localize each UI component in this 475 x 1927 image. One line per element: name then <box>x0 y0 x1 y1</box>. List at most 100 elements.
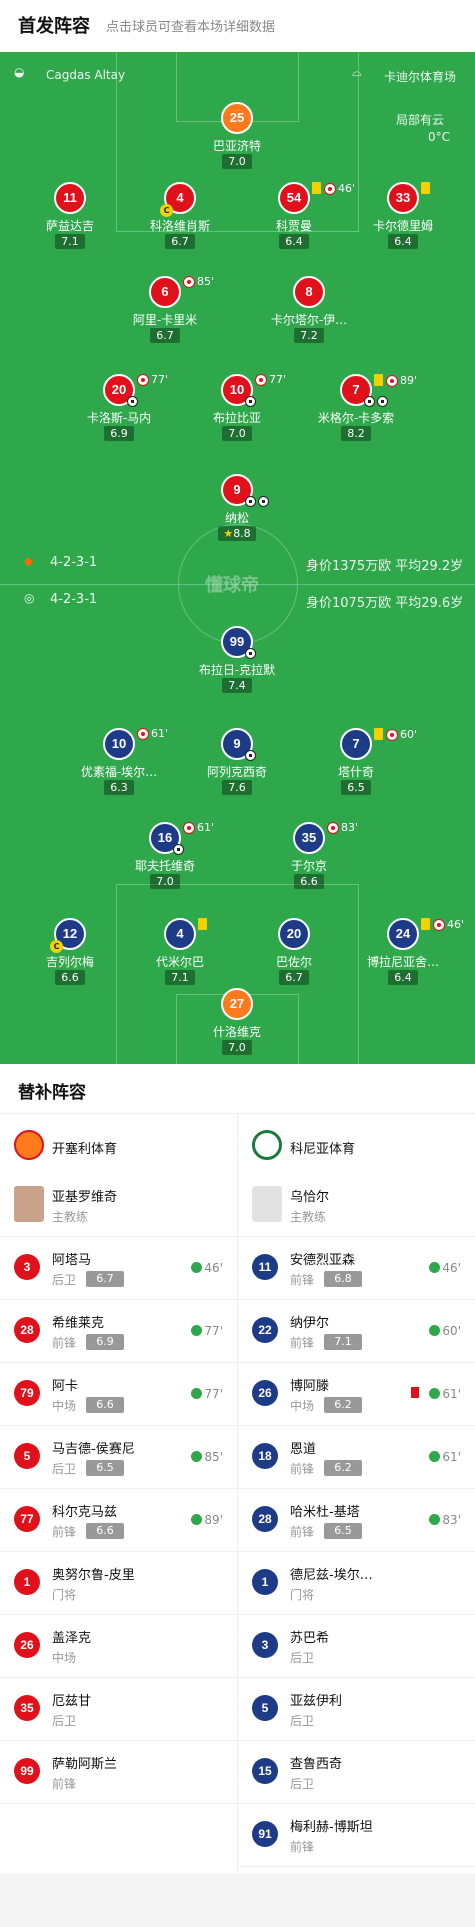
sub-player-row[interactable]: 3 阿塔马 后卫 6.7 46' <box>0 1237 237 1300</box>
player-number: 28 <box>14 1317 40 1343</box>
away-team-logo-icon: ◎ <box>24 591 35 605</box>
player-rating: 6.7 <box>165 234 195 249</box>
sub-player-row[interactable]: 1 奥努尔鲁-皮里 门将 <box>0 1552 237 1615</box>
home-player[interactable]: 54 46' 科贾曼 6.4 <box>234 182 355 252</box>
away-player[interactable]: 16 61' 耶夫托维奇 7.0 <box>105 821 225 892</box>
home-player[interactable]: 4 C 科洛维肖斯 6.7 <box>120 182 240 252</box>
player-position: 前锋 <box>290 1462 315 1476</box>
away-player[interactable]: 12 C 吉列尔梅 6.6 <box>10 918 130 988</box>
sub-player-row[interactable]: 5 马吉德-侯赛尼 后卫 6.5 85' <box>0 1426 237 1489</box>
home-player[interactable]: 6 85' 阿里-卡里米 6.7 <box>105 275 225 346</box>
captain-icon: C <box>160 204 173 217</box>
pitch: 懂球帝 ◒ Cagdas Altay ⌓ 卡迪尔体育场 局部有云 0°C ◆ 4… <box>0 52 475 1064</box>
player-name: 奥努尔鲁-皮里 <box>52 1568 135 1583</box>
home-player[interactable]: 33 卡尔德里姆 6.4 <box>343 182 463 252</box>
player-rating: 7.1 <box>55 234 85 249</box>
sub-player-row[interactable]: 99 萨勒阿斯兰 前锋 <box>0 1741 237 1804</box>
player-number: 20 <box>278 918 310 950</box>
assist-icon <box>173 844 184 855</box>
sub-out-icon <box>183 276 195 288</box>
player-number: 15 <box>252 1758 278 1784</box>
player-number: 54 <box>278 182 310 214</box>
player-name: 科洛维肖斯 <box>149 219 210 233</box>
sub-player-row[interactable]: 79 阿卡 中场 6.6 77' <box>0 1363 237 1426</box>
player-rating: 6.2 <box>324 1397 362 1413</box>
home-player[interactable]: 11 萨益达吉 7.1 <box>10 182 130 252</box>
away-formation: 4-2-3-1 <box>50 592 98 607</box>
sub-player-row[interactable]: 18 恩道 前锋 6.2 61' <box>238 1426 475 1489</box>
sub-player-row[interactable]: 15 查鲁西奇 后卫 <box>238 1741 475 1804</box>
home-player[interactable]: 10 77' 布拉比亚 7.0 <box>177 373 297 444</box>
sub-player-row[interactable]: 91 梅利赫-博斯坦 前锋 <box>238 1804 475 1867</box>
player-position: 后卫 <box>52 1462 77 1476</box>
assist-icon <box>127 396 138 407</box>
away-player[interactable]: 10 61' 优素福-埃尔… 6.3 <box>59 727 179 798</box>
home-team-row[interactable]: 开塞利体育 <box>0 1114 237 1174</box>
sub-in-time: 61' <box>429 1387 461 1401</box>
player-number: 7 <box>340 728 372 760</box>
sub-player-row[interactable]: 1 德尼兹-埃尔… 门将 <box>238 1552 475 1615</box>
player-name: 梅利赫-博斯坦 <box>290 1820 373 1835</box>
home-player[interactable]: 7 89' 米格尔-卡多索 8.2 <box>296 374 417 444</box>
away-player[interactable]: 35 83' 于尔京 6.6 <box>249 821 369 892</box>
temperature-text: 0°C <box>428 130 451 144</box>
player-position: 前锋 <box>290 1840 315 1854</box>
coach-row[interactable]: 乌恰尔 主教练 <box>238 1174 475 1237</box>
sub-player-row[interactable]: 28 哈米杜-基塔 前锋 6.5 83' <box>238 1489 475 1552</box>
sub-time: 77' <box>269 373 287 386</box>
sub-player-row[interactable]: 77 科尔克马兹 前锋 6.6 89' <box>0 1489 237 1552</box>
sub-out-icon <box>324 183 336 195</box>
away-player[interactable]: 27 什洛维克 7.0 <box>177 988 297 1058</box>
away-team-row[interactable]: 科尼亚体育 <box>238 1114 475 1174</box>
player-rating: 6.4 <box>388 234 418 249</box>
away-player[interactable]: 4 代米尔巴 7.1 <box>120 918 240 988</box>
player-position: 前锋 <box>290 1525 315 1539</box>
player-rating: 6.3 <box>104 780 134 795</box>
home-player[interactable]: 8 卡尔塔尔-伊… 7.2 <box>249 276 369 346</box>
home-player[interactable]: 20 77' 卡洛斯-马内 6.9 <box>59 373 179 444</box>
player-name: 代米尔巴 <box>155 955 204 969</box>
stadium-icon: ⌓ <box>352 65 362 79</box>
away-player[interactable]: 99 布拉日-克拉默 7.4 <box>177 626 297 696</box>
player-name: 布拉日-克拉默 <box>198 663 276 677</box>
player-rating: 6.6 <box>294 874 324 889</box>
player-rating: 6.5 <box>341 780 371 795</box>
home-player[interactable]: 25 巴亚济特 7.0 <box>177 102 297 172</box>
sub-player-row[interactable]: 26 盖泽克 中场 <box>0 1615 237 1678</box>
yellow-card-icon <box>421 182 430 194</box>
sub-player-row[interactable]: 26 博阿滕 中场 6.2 61' <box>238 1363 475 1426</box>
away-player[interactable]: 20 巴佐尔 6.7 <box>234 918 354 988</box>
player-name: 巴佐尔 <box>275 955 312 969</box>
away-player[interactable]: 9 阿列克西奇 7.6 <box>177 728 297 798</box>
away-player[interactable]: 24 46' 博拉尼亚舍… 6.4 <box>343 918 465 988</box>
coach-row[interactable]: 亚基罗维奇 主教练 <box>0 1174 237 1237</box>
sub-player-row[interactable]: 11 安德烈亚森 前锋 6.8 46' <box>238 1237 475 1300</box>
player-number: 5 <box>14 1443 40 1469</box>
away-player[interactable]: 7 60' 塔什奇 6.5 <box>296 728 417 798</box>
player-position: 后卫 <box>52 1273 77 1287</box>
sub-time: 61' <box>151 727 169 740</box>
sub-in-time: 77' <box>191 1324 223 1338</box>
assist-icon <box>245 396 256 407</box>
player-number: 35 <box>293 822 325 854</box>
player-number: 24 <box>387 918 419 950</box>
sub-player-row[interactable]: 35 厄兹甘 后卫 <box>0 1678 237 1741</box>
player-number: 6 <box>149 276 181 308</box>
player-number: 8 <box>293 276 325 308</box>
sub-time: 46' <box>447 918 465 931</box>
player-number: 79 <box>14 1380 40 1406</box>
sub-in-time: 89' <box>191 1513 223 1527</box>
player-name: 安德烈亚森 <box>290 1253 356 1268</box>
sub-player-row[interactable]: 28 希维莱克 前锋 6.9 77' <box>0 1300 237 1363</box>
player-rating: 8.2 <box>341 426 371 441</box>
coach-avatar <box>14 1186 44 1222</box>
sub-in-icon <box>429 1262 441 1273</box>
sub-player-row[interactable]: 3 苏巴希 后卫 <box>238 1615 475 1678</box>
home-player[interactable]: 9 纳松 ★8.8 <box>177 474 297 544</box>
sub-out-icon <box>137 728 149 740</box>
away-team-name: 科尼亚体育 <box>290 1142 356 1157</box>
player-name: 布拉比亚 <box>212 411 261 425</box>
sub-player-row[interactable]: 5 亚兹伊利 后卫 <box>238 1678 475 1741</box>
sub-player-row[interactable]: 22 纳伊尔 前锋 7.1 60' <box>238 1300 475 1363</box>
player-number: 99 <box>14 1758 40 1784</box>
